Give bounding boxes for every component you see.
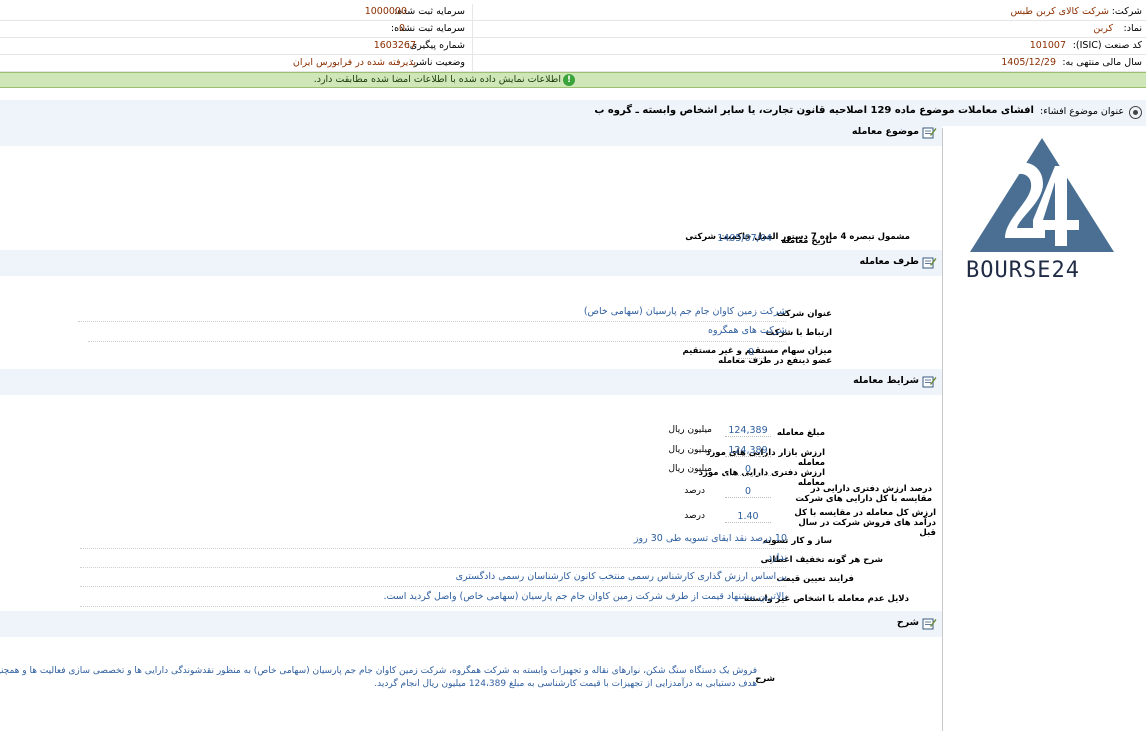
- terms-row-label: درصد ارزش دفتری دارایی در مقایسه با کل د…: [796, 484, 933, 504]
- terms-row-value: 1.40: [726, 511, 772, 523]
- terms-row-unit: میلیون ریال: [669, 464, 713, 474]
- transaction-date-value: 1405/07/04: [718, 233, 773, 244]
- terms-row-unit: میلیون ریال: [669, 445, 713, 455]
- header-row-company: شرکت: شرکت کالای کربن طبس سرمایه ثبت شده…: [0, 4, 1147, 21]
- subject-value: افشای معاملات موضوع ماده 129 اصلاحیه قان…: [595, 105, 1035, 116]
- section-topic-title: موضوع معامله: [852, 126, 920, 137]
- symbol-label: نماد:: [1124, 23, 1143, 34]
- desc-label: شرح: [756, 674, 776, 684]
- desc-line-2: هدف دستیابی به درآمدزایی از تجهیزات با ق…: [375, 679, 758, 689]
- isic-label: کد صنعت (ISIC):: [1073, 40, 1143, 51]
- header-row-fiscal-year: سال مالی منتهی به: 1405/12/29 وضعیت ناشر…: [0, 55, 1147, 72]
- dotted-separator: [81, 567, 787, 568]
- terms-row-value: 124,389: [726, 425, 772, 437]
- info-icon: !: [564, 74, 576, 86]
- section-desc-header: شرح: [0, 611, 943, 637]
- edit-note-icon: [923, 376, 938, 388]
- unregistered-capital-value: 0: [399, 23, 406, 34]
- edit-note-icon: [923, 618, 938, 630]
- target-icon: [1130, 106, 1143, 119]
- subject-label: عنوان موضوع افشاء:: [1041, 106, 1125, 117]
- party-shares-value: 0: [739, 347, 765, 359]
- symbol-value: کربن: [1094, 23, 1114, 34]
- company-value: شرکت کالای کربن طبس: [1011, 6, 1110, 17]
- publisher-status-value: پذیرفته شده در فرابورس ایران: [293, 57, 417, 68]
- discount-value: ندارد: [768, 552, 788, 563]
- terms-row-unit: میلیون ریال: [669, 425, 713, 435]
- registered-capital-value: 1000000: [365, 6, 408, 17]
- terms-row-value: 124,389: [726, 445, 772, 457]
- section-topic-header: موضوع معامله: [0, 120, 943, 146]
- edit-note-icon: [923, 127, 938, 139]
- notice-text: اطلاعات نمایش داده شده با اطلاعات امضا ش…: [314, 74, 562, 85]
- header-row-isic: کد صنعت (ISIC): 101007 شماره پیگیری: 160…: [0, 38, 1147, 55]
- desc-line-1: فروش یک دستگاه سنگ شکن، نوارهای نقاله و …: [0, 666, 758, 676]
- header-row-symbol: نماد: کربن سرمایه ثبت نشده: 0: [0, 21, 1147, 38]
- logo-text: BOURSE24: [967, 258, 1081, 283]
- transaction-date-label: تاریخ معامله: [782, 236, 833, 246]
- terms-row-label: ارزش کل معامله در مقایسه با کل درآمد های…: [795, 508, 937, 538]
- fiscal-year-label: سال مالی منتهی به:: [1063, 57, 1143, 68]
- dotted-separator: [79, 321, 787, 322]
- section-terms-title: شرایط معامله: [854, 375, 920, 386]
- signature-match-notice: ! اطلاعات نمایش داده شده با اطلاعات امضا…: [0, 72, 1147, 88]
- party-company-value: شرکت زمین کاوان جام جم پارسیان (سهامی خا…: [584, 306, 788, 317]
- party-relation-value: شرکت های همگروه: [709, 325, 788, 336]
- settlement-value: 10 درصد نقد ‌‌ابقای تسویه طی 30 روز: [634, 533, 788, 544]
- section-party-title: طرف معامله: [860, 256, 920, 267]
- terms-row-unit: درصد: [685, 511, 706, 521]
- dotted-separator: [81, 606, 787, 607]
- company-info-header: شرکت: شرکت کالای کربن طبس سرمایه ثبت شده…: [0, 4, 1147, 72]
- panel-border: [943, 128, 944, 731]
- dotted-separator: [81, 586, 787, 587]
- terms-row-value: 0: [726, 464, 772, 476]
- dotted-separator: [89, 341, 787, 342]
- dotted-separator: [81, 548, 787, 549]
- tracking-number-value: 1603267: [374, 40, 417, 51]
- terms-row-unit: درصد: [685, 486, 706, 496]
- edit-note-icon: [923, 257, 938, 269]
- publisher-status-label: وضعیت ناشر:: [411, 57, 466, 68]
- section-terms-header: شرایط معامله: [0, 369, 943, 395]
- terms-row-value: 0: [726, 486, 772, 498]
- fiscal-year-value: 1405/12/29: [1002, 57, 1057, 68]
- pricing-label: فرایند تعیین قیمت: [777, 574, 855, 584]
- reason-value: بالاترین پیشنهاد قیمت از طرف شرکت زمین ک…: [384, 591, 788, 602]
- isic-value: 101007: [1030, 40, 1067, 51]
- company-label: شرکت:: [1112, 6, 1143, 17]
- section-party-header: طرف معامله: [0, 250, 943, 276]
- section-desc-title: شرح: [897, 617, 920, 628]
- pricing-value: بر اساس ارزش گذاری کارشناس رسمی منتخب کا…: [456, 571, 788, 582]
